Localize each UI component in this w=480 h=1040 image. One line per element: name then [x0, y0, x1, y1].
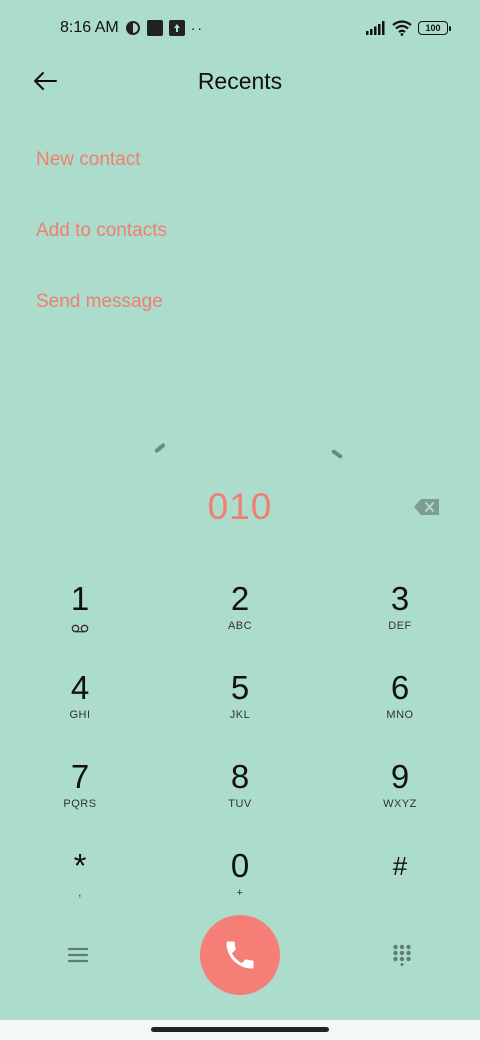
key-8[interactable]: 8 TUV [180, 754, 300, 832]
key-hash[interactable]: # [340, 843, 460, 921]
key-digit: 0 [230, 847, 250, 884]
backspace-icon [414, 499, 439, 515]
wifi-icon [392, 20, 412, 36]
battery-icon: 100 [418, 21, 451, 35]
dialpad-icon [393, 944, 411, 966]
call-button[interactable] [200, 915, 280, 995]
dialed-number: 010 [207, 486, 273, 527]
key-star[interactable]: * , [20, 843, 140, 921]
key-letters: TUV [228, 798, 252, 810]
key-digit: 9 [390, 758, 410, 795]
key-digit: 8 [230, 758, 250, 795]
key-1[interactable]: 1 [20, 576, 140, 654]
decorative-mark-left [154, 442, 166, 454]
backspace-button[interactable] [413, 497, 441, 517]
key-letters: ABC [227, 620, 253, 632]
key-letters: , [78, 887, 82, 899]
action-list: New contact Add to contacts Send message [36, 138, 167, 351]
status-bar: 8:16 AM ·· 100 [0, 0, 480, 56]
decorative-mark-right [330, 448, 344, 460]
key-digit: 1 [70, 580, 90, 617]
key-letters: JKL [229, 709, 251, 721]
page-title: Recents [197, 68, 283, 94]
key-6[interactable]: 6 MNO [340, 665, 460, 743]
dialpad-toggle-button[interactable] [392, 944, 412, 966]
key-digit: 4 [70, 669, 90, 706]
key-3[interactable]: 3 DEF [340, 576, 460, 654]
key-letters: DEF [388, 620, 412, 632]
key-digit: 2 [230, 580, 250, 617]
key-2[interactable]: 2 ABC [180, 576, 300, 654]
key-digit: 7 [70, 758, 90, 795]
header: Recents [0, 56, 480, 106]
key-digit: # [392, 851, 408, 881]
new-contact-link[interactable]: New contact [36, 138, 167, 209]
upload-icon [168, 20, 185, 36]
add-to-contacts-link[interactable]: Add to contacts [36, 209, 167, 280]
data-saver-icon [125, 21, 140, 35]
key-4[interactable]: 4 GHI [20, 665, 140, 743]
key-digit: 6 [390, 669, 410, 706]
key-5[interactable]: 5 JKL [180, 665, 300, 743]
key-letters: GHI [69, 709, 91, 721]
key-letters: PQRS [63, 798, 97, 810]
key-letters: + [236, 887, 244, 899]
menu-button[interactable] [66, 944, 90, 966]
phone-icon [226, 941, 254, 969]
home-indicator[interactable] [151, 1027, 329, 1032]
key-digit: * [73, 847, 87, 884]
more-notifications-icon: ·· [190, 20, 205, 36]
key-9[interactable]: 9 WXYZ [340, 754, 460, 832]
signal-icon [366, 21, 385, 35]
system-navigation-bar [0, 1020, 480, 1040]
key-digit: 3 [390, 580, 410, 617]
app-notification-icon [146, 20, 163, 36]
key-letters: WXYZ [383, 798, 417, 810]
key-letters: MNO [386, 709, 414, 721]
voicemail-icon [71, 624, 89, 633]
menu-icon [67, 947, 89, 963]
send-message-link[interactable]: Send message [36, 280, 167, 351]
key-digit: 5 [230, 669, 250, 706]
status-time: 8:16 AM [60, 19, 119, 36]
key-0[interactable]: 0 + [180, 843, 300, 921]
key-7[interactable]: 7 PQRS [20, 754, 140, 832]
